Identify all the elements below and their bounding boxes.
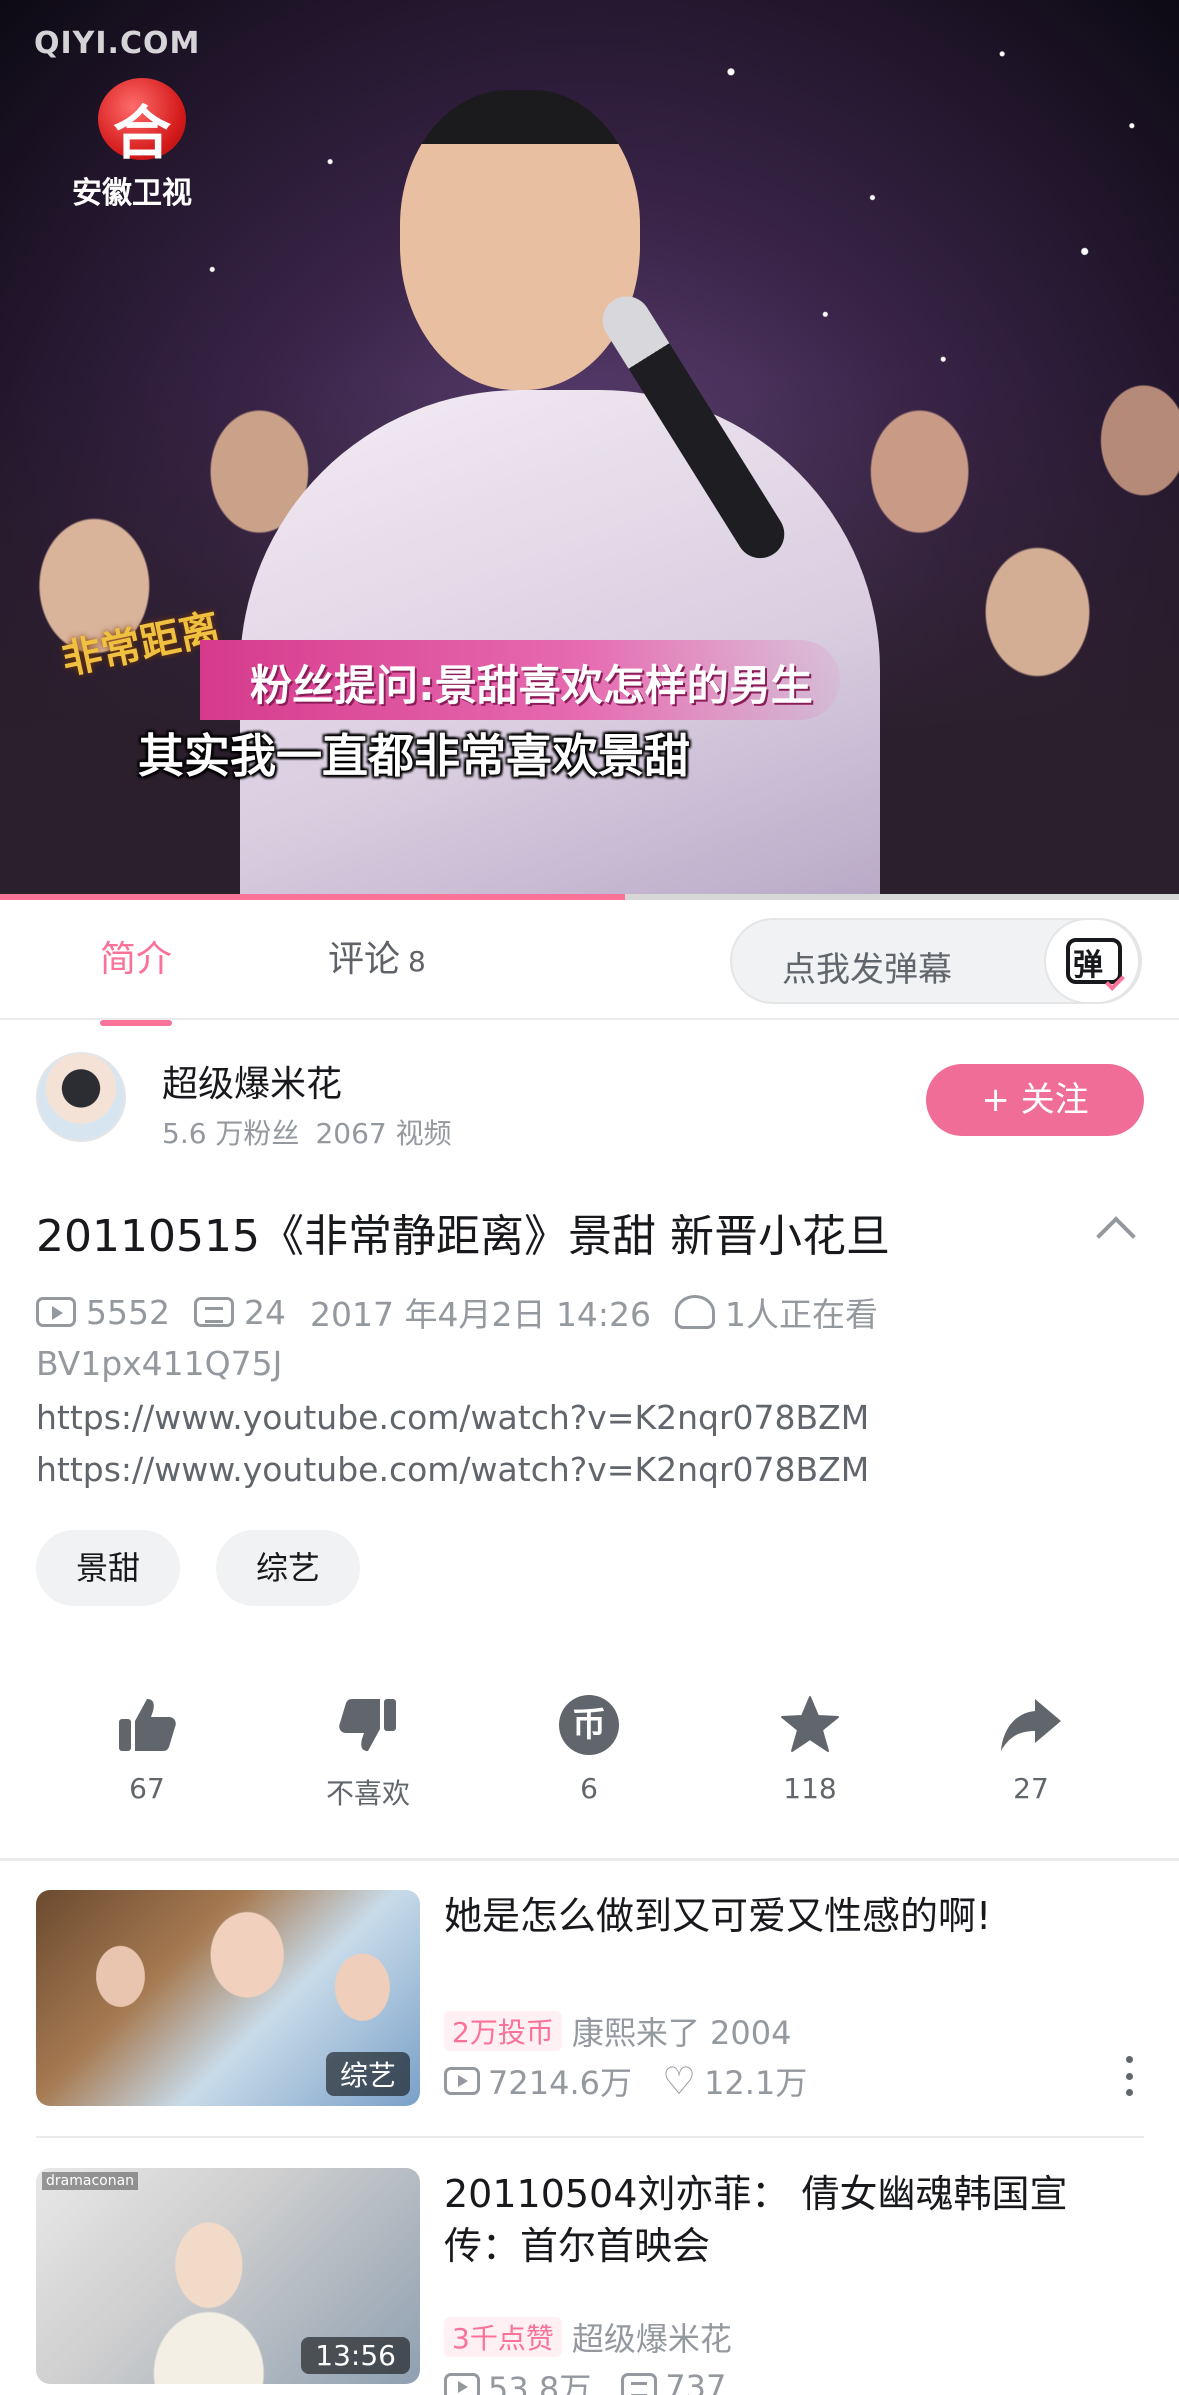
- recommended-stats: 7214.6万 ♡ 12.1万: [444, 2058, 807, 2104]
- description-link[interactable]: https://www.youtube.com/watch?v=K2nqr078…: [36, 1398, 869, 1437]
- dislike-label: 不喜欢: [325, 1777, 410, 1810]
- danmaku-toggle-icon[interactable]: 弹: [1044, 918, 1140, 1004]
- tab-comments[interactable]: 评论 8: [328, 930, 426, 982]
- heart-icon: ♡: [661, 2059, 697, 2103]
- play-count-icon: [444, 2067, 480, 2095]
- tag-chip[interactable]: 综艺: [216, 1530, 361, 1606]
- thumbs-up-icon: [67, 1690, 227, 1760]
- recommended-source: 3千点赞 超级爆米花: [444, 2314, 732, 2360]
- list-divider: [36, 2136, 1144, 2138]
- collapse-icon[interactable]: [1096, 1216, 1136, 1256]
- thumbnail-watermark: dramaconan: [42, 2172, 139, 2190]
- favorite-button[interactable]: 118: [730, 1690, 890, 1805]
- section-divider: [0, 1858, 1179, 1861]
- danmaku-count-icon: [621, 2373, 658, 2395]
- tag-chip[interactable]: 景甜: [36, 1530, 181, 1606]
- source-name: 超级爆米花: [571, 2320, 732, 2358]
- like-count: 67: [129, 1772, 165, 1805]
- share-icon: [951, 1690, 1111, 1760]
- uploader-fans: 5.6 万粉丝: [162, 1117, 300, 1150]
- source-name: 康熙来了 2004: [571, 2014, 792, 2052]
- bvid: BV1px411Q75J: [36, 1344, 283, 1383]
- thumbs-down-icon: [288, 1690, 448, 1760]
- danmaku-count-icon: [193, 1297, 234, 1327]
- coin-button[interactable]: 币 6: [509, 1690, 669, 1805]
- favorite-count: 118: [783, 1772, 837, 1805]
- like-button[interactable]: 67: [67, 1690, 227, 1805]
- video-player[interactable]: QIYI.COM 合 安徽卫视 非常距离 粉丝提问:景甜喜欢怎样的男生 其实我一…: [0, 0, 1179, 898]
- duration-badge: 13:56: [301, 2337, 410, 2374]
- more-options-icon[interactable]: [1124, 2056, 1134, 2096]
- dislike-button[interactable]: 不喜欢: [288, 1690, 448, 1812]
- view-count: 53.8万: [488, 2370, 592, 2395]
- coin-icon: 币: [559, 1695, 619, 1755]
- uploader-videos: 2067 视频: [315, 1117, 452, 1150]
- viewers-icon: [675, 1295, 716, 1329]
- share-count: 27: [1013, 1772, 1049, 1805]
- follow-button[interactable]: + 关注: [926, 1064, 1144, 1136]
- recommended-source: 2万投币 康熙来了 2004: [444, 2008, 791, 2054]
- uploader-avatar[interactable]: [36, 1052, 126, 1142]
- like-count: 12.1万: [704, 2064, 808, 2102]
- uploader-name[interactable]: 超级爆米花: [162, 1055, 342, 1107]
- recommended-title[interactable]: 20110504刘亦菲： 倩女幽魂韩国宣传：首尔首映会: [444, 2168, 1134, 2272]
- video-thumbnail[interactable]: dramaconan 13:56: [36, 2168, 420, 2384]
- tab-intro[interactable]: 简介: [100, 930, 173, 1026]
- star-icon: [730, 1690, 890, 1760]
- channel-name: 安徽卫视: [72, 176, 192, 211]
- danmaku-input[interactable]: 点我发弹幕 弹: [730, 918, 1142, 1004]
- view-count: 7214.6万: [488, 2064, 632, 2102]
- video-title: 20110515《非常静距离》景甜 新晋小花旦: [36, 1211, 890, 1262]
- banner-text: 粉丝提问:景甜喜欢怎样的男生: [250, 661, 813, 710]
- watermark: QIYI.COM: [34, 26, 201, 61]
- description-link[interactable]: https://www.youtube.com/watch?v=K2nqr078…: [36, 1450, 869, 1489]
- coin-count: 6: [580, 1772, 598, 1805]
- video-meta: 5552 24 2017 年4月2日 14:26 1人正在看: [36, 1288, 878, 1336]
- view-count: 5552: [86, 1292, 170, 1332]
- recommended-stats: 53.8万 737: [444, 2364, 726, 2395]
- video-thumbnail[interactable]: 综艺: [36, 1890, 420, 2106]
- comments-count: 8: [408, 945, 426, 978]
- coin-pill: 2万投币: [444, 2011, 562, 2051]
- category-badge: 综艺: [325, 2052, 410, 2096]
- recommended-video[interactable]: dramaconan 13:56 20110504刘亦菲： 倩女幽魂韩国宣传：首…: [36, 2168, 1144, 2395]
- play-count-icon: [444, 2373, 480, 2395]
- recommended-video[interactable]: 综艺 她是怎么做到又可爱又性感的啊! 2万投币 康熙来了 2004 7214.6…: [36, 1890, 1144, 2108]
- uploader-stats: 5.6 万粉丝 2067 视频: [162, 1112, 452, 1152]
- recommended-title[interactable]: 她是怎么做到又可爱又性感的啊!: [444, 1890, 1134, 1942]
- danmaku-count: 737: [665, 2368, 727, 2395]
- share-button[interactable]: 27: [951, 1690, 1111, 1805]
- channel-logo: 合: [98, 78, 186, 167]
- watching-now: 1人正在看: [725, 1295, 879, 1334]
- video-subtitle: 其实我一直都非常喜欢景甜: [138, 729, 690, 783]
- tab-bar: 简介 评论 8 点我发弹幕 弹: [0, 900, 1179, 1026]
- play-count-icon: [36, 1297, 76, 1327]
- danmaku-placeholder: 点我发弹幕: [782, 950, 952, 990]
- danmaku-count: 24: [243, 1292, 286, 1332]
- singer-head: [400, 90, 640, 390]
- like-pill: 3千点赞: [444, 2317, 562, 2357]
- publish-date: 2017 年4月2日 14:26: [309, 1295, 652, 1334]
